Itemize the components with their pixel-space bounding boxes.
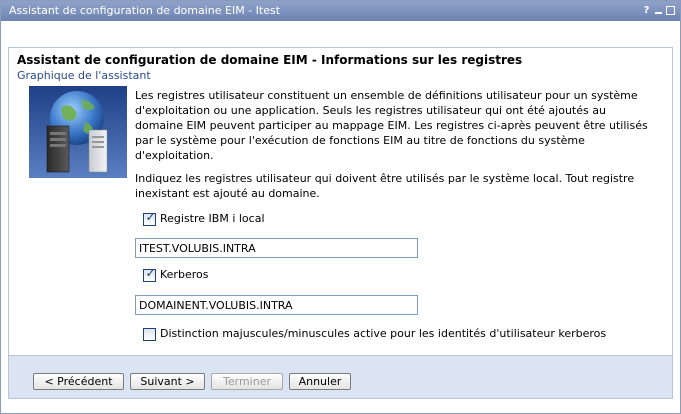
check-icon: ✓ xyxy=(145,266,156,280)
case-sensitive-label: Distinction majuscules/minuscules active… xyxy=(160,327,607,340)
registry-description: Les registres utilisateur constituent un… xyxy=(135,89,648,162)
local-registry-label: Registre IBM i local xyxy=(160,212,265,225)
previous-button[interactable]: < Précédent xyxy=(33,373,124,390)
title-bar[interactable]: Assistant de configuration de domaine EI… xyxy=(1,1,680,21)
local-registry-input[interactable] xyxy=(135,238,418,258)
finish-button[interactable]: Terminer xyxy=(211,373,283,390)
local-registry-checkbox[interactable]: ✓ xyxy=(143,210,156,226)
help-icon[interactable]: ? xyxy=(641,5,652,16)
button-bar: < Précédent Suivant > Terminer Annuler xyxy=(8,355,673,399)
kerberos-checkbox[interactable]: ✓ xyxy=(143,266,156,282)
page-title: Assistant de configuration de domaine EI… xyxy=(17,53,523,67)
check-icon: ✓ xyxy=(145,210,156,224)
cancel-button[interactable]: Annuler xyxy=(289,373,351,390)
case-sensitive-checkbox[interactable] xyxy=(143,328,156,341)
server-globe-illustration xyxy=(29,86,127,178)
assistant-graphic-link[interactable]: Graphique de l'assistant xyxy=(17,69,151,82)
next-button[interactable]: Suivant > xyxy=(130,373,205,390)
minimize-icon[interactable] xyxy=(653,5,664,16)
registry-instruction: Indiquez les registres utilisateur qui d… xyxy=(135,172,635,200)
kerberos-registry-input[interactable] xyxy=(135,295,418,315)
window-title: Assistant de configuration de domaine EI… xyxy=(9,4,281,17)
wizard-window: Assistant de configuration de domaine EI… xyxy=(0,0,681,414)
close-icon[interactable] xyxy=(665,5,676,16)
kerberos-label: Kerberos xyxy=(160,268,209,281)
